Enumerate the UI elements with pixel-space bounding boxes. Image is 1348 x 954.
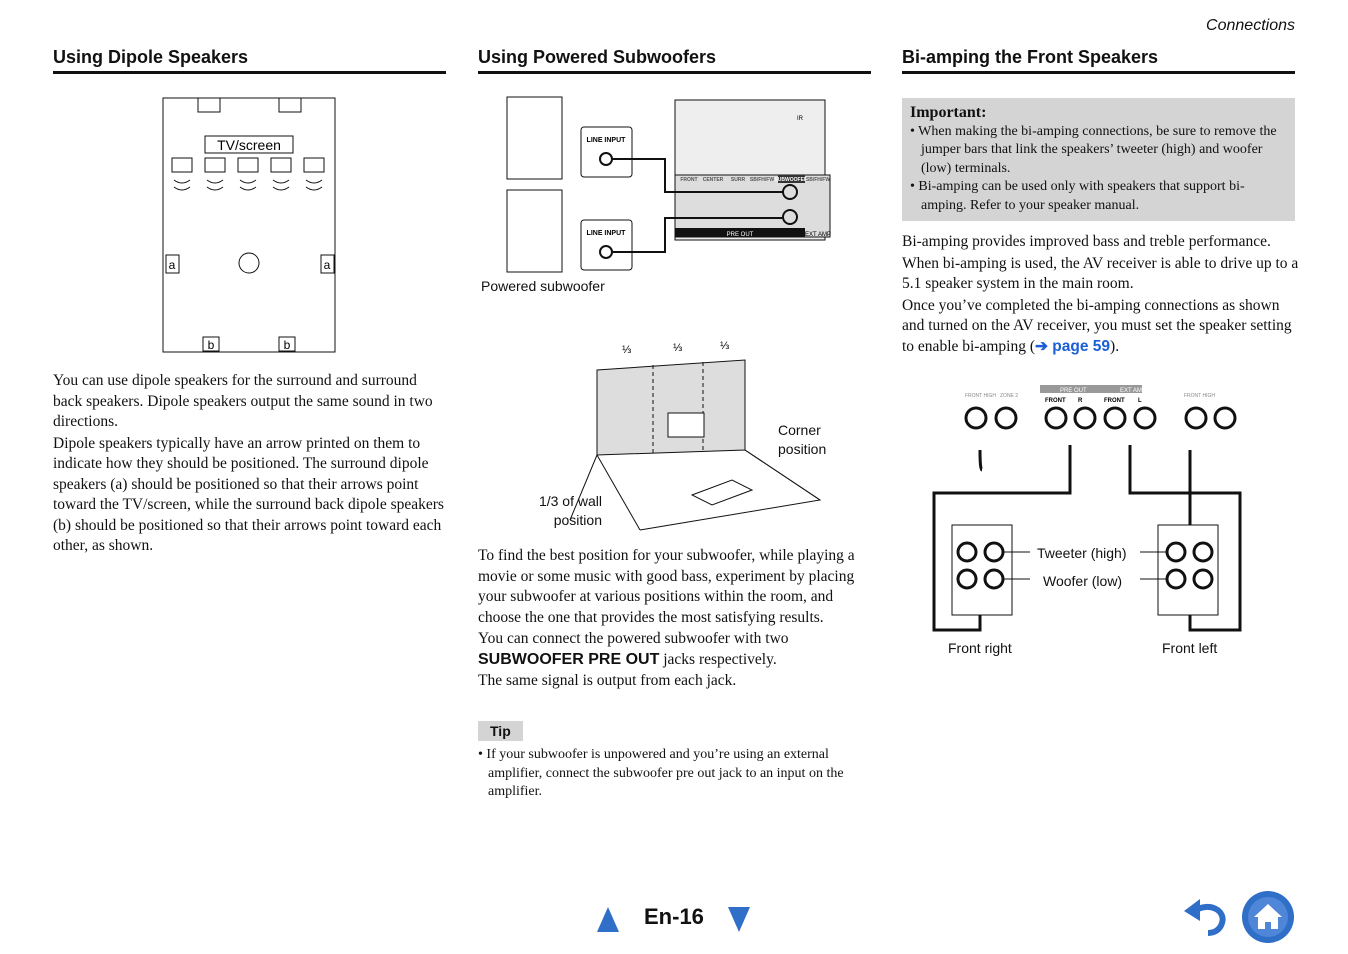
svg-text:FRONT: FRONT xyxy=(1045,398,1066,404)
svg-text:b: b xyxy=(284,338,291,352)
jack-label-subwoofer: SUBWOOFER xyxy=(774,177,807,183)
page-number: En-16 xyxy=(644,904,704,929)
svg-text:PRE OUT: PRE OUT xyxy=(1060,388,1087,394)
biamp-diagram: PRE OUT EXT AMP FRONT HIGH ZONE 2 FRONT … xyxy=(932,385,1242,632)
previous-page-icon[interactable] xyxy=(596,905,620,933)
biamp-text: Bi-amping provides improved bass and tre… xyxy=(902,233,1299,355)
page-59-link[interactable]: ➔ page 59 xyxy=(1035,338,1110,355)
jack-label-surr: SURR xyxy=(731,177,746,183)
jack-label-front: FRONT xyxy=(680,177,697,183)
svg-text:IR: IR xyxy=(797,116,804,122)
svg-text:LINE INPUT: LINE INPUT xyxy=(587,137,627,144)
svg-text:PRE OUT: PRE OUT xyxy=(727,232,754,238)
svg-text:⅓: ⅓ xyxy=(673,342,682,354)
svg-text:⅓: ⅓ xyxy=(720,340,729,352)
important-note: Important: • When making the bi-amping c… xyxy=(902,98,1295,221)
section-name: Connections xyxy=(1206,17,1295,34)
biamp-heading: Bi-amping the Front Speakers xyxy=(902,47,1295,74)
wall-position-label: 1/3 of wall position xyxy=(538,493,602,528)
tip-text: • If your subwoofer is unpowered and you… xyxy=(478,747,844,799)
svg-text:a: a xyxy=(169,258,176,272)
jack-label-sb-fh-fw-ext: SB/FH/FW xyxy=(806,177,830,183)
svg-text:a: a xyxy=(324,258,331,272)
next-page-icon[interactable] xyxy=(727,905,751,933)
subwoofer-text: To find the best position for your subwo… xyxy=(478,547,855,689)
dipole-text: You can use dipole speakers for the surr… xyxy=(53,372,444,554)
zone-2-label: ZONE 2 xyxy=(1000,393,1018,399)
subwoofer-caption: Powered subwoofer xyxy=(481,278,605,294)
subwoofer-heading: Using Powered Subwoofers xyxy=(478,47,871,74)
svg-text:LINE INPUT: LINE INPUT xyxy=(587,230,627,237)
back-icon[interactable] xyxy=(1182,897,1228,937)
dipole-diagram: TV/screen a a b b xyxy=(162,97,336,353)
corner-position-label: Corner position xyxy=(778,422,827,457)
tv-screen-label: TV/screen xyxy=(217,137,281,153)
svg-text:EXT AMP: EXT AMP xyxy=(805,232,831,238)
woofer-label: Woofer (low) xyxy=(1043,573,1123,589)
svg-text:L: L xyxy=(1138,398,1142,404)
home-icon[interactable] xyxy=(1241,890,1295,944)
front-right-label: Front right xyxy=(948,640,1012,656)
svg-text:R: R xyxy=(1078,398,1083,404)
svg-text:FRONT HIGH: FRONT HIGH xyxy=(965,393,996,399)
svg-text:FRONT: FRONT xyxy=(1104,398,1125,404)
subwoofer-connection-diagram: FRONT CENTER SURR SB/FH/FW SUBWOOFER SB/… xyxy=(506,96,831,273)
svg-text:EXT AMP: EXT AMP xyxy=(1120,388,1146,394)
dipole-heading: Using Dipole Speakers xyxy=(53,47,446,74)
svg-text:FRONT HIGH: FRONT HIGH xyxy=(1184,393,1215,399)
svg-text:b: b xyxy=(208,338,215,352)
jack-label-center: CENTER xyxy=(703,177,724,183)
tweeter-label: Tweeter (high) xyxy=(1037,545,1127,561)
svg-text:⅓: ⅓ xyxy=(622,344,631,356)
tip-label: Tip xyxy=(478,721,523,741)
front-left-label: Front left xyxy=(1162,640,1218,656)
jack-label-sb-fh-fw: SB/FH/FW xyxy=(750,177,774,183)
